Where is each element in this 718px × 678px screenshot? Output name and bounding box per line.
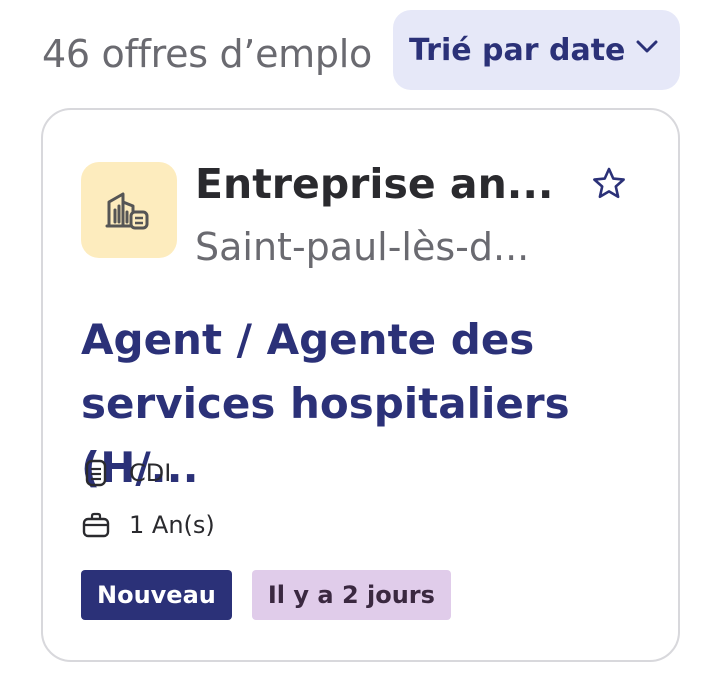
- star-icon[interactable]: [591, 166, 627, 202]
- experience-row: 1 An(s): [81, 510, 215, 540]
- results-header: 46 offres d’emplo Trié par date: [0, 0, 718, 100]
- job-title-line-1: Agent / Agente des: [81, 315, 535, 364]
- document-icon: [85, 459, 107, 487]
- building-chart-icon: [105, 192, 149, 230]
- badges: Nouveau Il y a 2 jours: [81, 570, 451, 620]
- results-count: 46 offres d’emplo: [42, 32, 372, 76]
- chevron-down-icon: [636, 40, 658, 53]
- sort-button[interactable]: Trié par date: [393, 10, 680, 90]
- briefcase-icon: [82, 512, 110, 538]
- company-name: Entreprise an...: [195, 160, 554, 208]
- posted-age-badge: Il y a 2 jours: [251, 570, 451, 620]
- sort-label: Trié par date: [409, 32, 626, 68]
- job-card[interactable]: Entreprise an... Saint-paul-lès-d... Age…: [41, 108, 680, 662]
- contract-type: CDI: [129, 459, 172, 487]
- contract-row: CDI: [81, 458, 171, 488]
- job-location: Saint-paul-lès-d...: [195, 225, 530, 269]
- experience-required: 1 An(s): [129, 511, 215, 539]
- new-badge: Nouveau: [81, 570, 232, 620]
- company-logo: [81, 162, 177, 258]
